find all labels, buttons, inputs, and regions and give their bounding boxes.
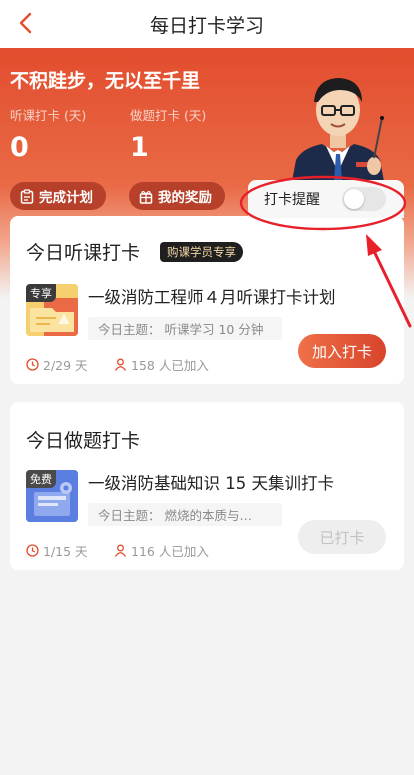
- quiz-streak-value: 1: [130, 132, 149, 163]
- lesson-course-thumbnail[interactable]: 专享: [26, 284, 78, 336]
- thumbnail-tag: 专享: [26, 284, 56, 302]
- checkin-reminder-toggle[interactable]: [342, 187, 386, 211]
- clock-icon: [26, 358, 39, 371]
- quiz-joined-text: 116 人已加入: [131, 544, 209, 559]
- lesson-checkin-card: 今日听课打卡 购课学员专享 专享 一级消防工程师４月听课打卡计划 今日主题： 听…: [10, 216, 404, 384]
- complete-plan-button[interactable]: 完成计划: [10, 182, 106, 210]
- my-rewards-button[interactable]: 我的奖励: [129, 182, 225, 210]
- user-icon: [114, 358, 127, 371]
- clipboard-icon: [20, 188, 34, 204]
- quiz-checkin-card: 今日做题打卡 免费 一级消防基础知识 15 天集训打卡 今日主题： 燃烧的本质与…: [10, 402, 404, 570]
- page-title: 每日打卡学习: [149, 14, 264, 37]
- lesson-joined-text: 158 人已加入: [131, 358, 209, 373]
- lesson-streak-value: 0: [10, 132, 29, 163]
- back-button[interactable]: [10, 8, 40, 38]
- lesson-course-name[interactable]: 一级消防工程师４月听课打卡计划: [88, 284, 336, 308]
- user-icon: [114, 544, 127, 557]
- teacher-illustration: [290, 78, 386, 192]
- checked-in-button[interactable]: 已打卡: [298, 520, 386, 554]
- clock-icon: [26, 544, 39, 557]
- quiz-card-title: 今日做题打卡: [26, 430, 141, 452]
- lesson-progress: 2/29 天: [26, 355, 88, 374]
- quiz-progress: 1/15 天: [26, 541, 88, 560]
- lesson-streak-label: 听课打卡 (天): [10, 108, 87, 123]
- checkin-reminder-label: 打卡提醒: [264, 192, 320, 208]
- quiz-streak-label: 做题打卡 (天): [130, 108, 207, 123]
- slogan-text: 不积跬步，无以至千里: [10, 70, 201, 92]
- complete-plan-label: 完成计划: [39, 190, 93, 206]
- quiz-course-thumbnail[interactable]: 免费: [26, 470, 78, 522]
- gift-icon: [139, 190, 153, 204]
- lesson-topic: 今日主题： 听课学习 10 分钟: [88, 317, 282, 340]
- lesson-progress-text: 2/29 天: [43, 358, 88, 373]
- navigation-bar: 每日打卡学习: [0, 0, 414, 48]
- exclusive-badge: 购课学员专享: [160, 242, 243, 262]
- quiz-course-name[interactable]: 一级消防基础知识 15 天集训打卡: [88, 470, 334, 494]
- quiz-topic: 今日主题： 燃烧的本质与…: [88, 503, 282, 526]
- quiz-joined: 116 人已加入: [114, 541, 209, 560]
- quiz-progress-text: 1/15 天: [43, 544, 88, 559]
- thumbnail-tag: 免费: [26, 470, 56, 488]
- my-rewards-label: 我的奖励: [158, 190, 212, 206]
- chevron-left-icon: [19, 12, 32, 34]
- toggle-knob: [344, 189, 364, 209]
- lesson-joined: 158 人已加入: [114, 355, 209, 374]
- lesson-card-title: 今日听课打卡: [26, 242, 141, 264]
- join-checkin-button[interactable]: 加入打卡: [298, 334, 386, 368]
